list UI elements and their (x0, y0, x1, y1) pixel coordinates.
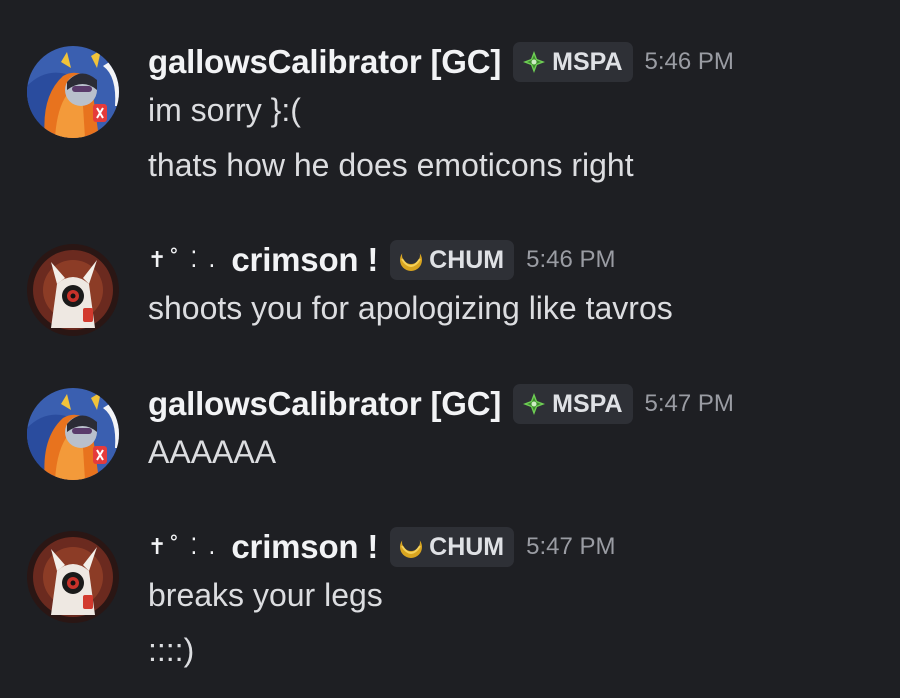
username-decoration: ✝˚ ⁚ . (148, 534, 218, 560)
message-header: ✝˚ ⁚ . crimson ! CHUM 5:46 PM (148, 240, 616, 280)
message-header: gallowsCalibrator [GC] MSPA 5:47 PM (148, 384, 734, 424)
avatar[interactable] (27, 531, 119, 623)
server-tag-label: MSPA (552, 389, 623, 418)
username[interactable]: crimson ! (231, 528, 378, 566)
timestamp[interactable]: 5:46 PM (526, 246, 615, 274)
avatar[interactable] (27, 388, 119, 480)
username[interactable]: gallowsCalibrator [GC] (148, 43, 501, 81)
username[interactable]: crimson ! (231, 241, 378, 279)
green-diamond-icon (521, 49, 547, 75)
gold-crescent-icon (398, 534, 424, 560)
server-tag-label: MSPA (552, 47, 623, 76)
avatar-crimson-image (27, 531, 119, 623)
message-header: gallowsCalibrator [GC] MSPA 5:46 PM (148, 42, 734, 82)
server-tag-label: CHUM (429, 532, 505, 561)
message-text: AAAAAA (148, 434, 277, 470)
server-tag-label: CHUM (429, 245, 505, 274)
gold-crescent-icon (398, 247, 424, 273)
message-text: im sorry }:( (148, 92, 301, 128)
green-diamond-icon (521, 391, 547, 417)
server-tag-badge[interactable]: MSPA (513, 42, 633, 82)
server-tag-badge[interactable]: MSPA (513, 384, 633, 424)
message-text: shoots you for apologizing like tavros (148, 290, 673, 326)
message-text: breaks your legs (148, 577, 383, 613)
avatar[interactable] (27, 46, 119, 138)
timestamp[interactable]: 5:47 PM (645, 390, 734, 418)
avatar[interactable] (27, 244, 119, 336)
message-header: ✝˚ ⁚ . crimson ! CHUM 5:47 PM (148, 527, 616, 567)
message-text: thats how he does emoticons right (148, 147, 634, 183)
avatar-gallows-image (27, 46, 119, 138)
username-decoration: ✝˚ ⁚ . (148, 247, 218, 273)
message-text: ::::) (148, 632, 195, 668)
server-tag-badge[interactable]: CHUM (390, 527, 515, 567)
username[interactable]: gallowsCalibrator [GC] (148, 385, 501, 423)
avatar-gallows-image (27, 388, 119, 480)
chat-message-list: gallowsCalibrator [GC] MSPA 5:46 PM im s… (0, 0, 900, 698)
timestamp[interactable]: 5:47 PM (526, 533, 615, 561)
server-tag-badge[interactable]: CHUM (390, 240, 515, 280)
timestamp[interactable]: 5:46 PM (645, 48, 734, 76)
avatar-crimson-image (27, 244, 119, 336)
